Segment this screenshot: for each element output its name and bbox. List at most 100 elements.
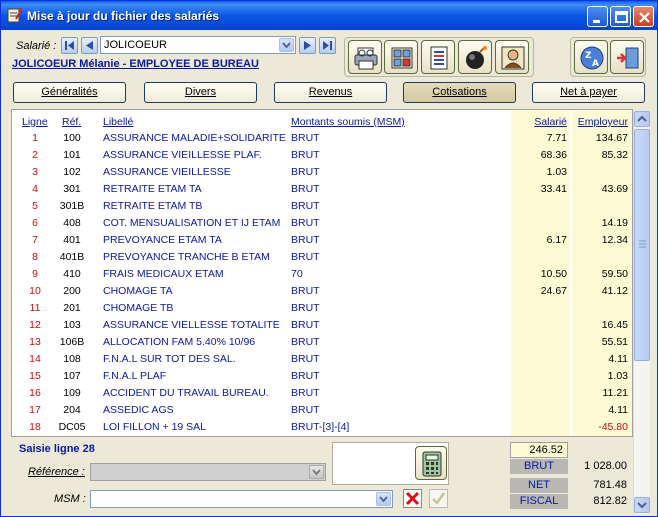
header-ref[interactable]: Réf. — [62, 116, 81, 128]
table-row[interactable]: 11 201 CHOMAGE TB BRUT — [12, 300, 632, 317]
row-ligne: 14 — [29, 353, 41, 365]
sort-az-icon: Z A — [580, 46, 604, 70]
title-bar[interactable]: Mise à jour du fichier des salariés — [1, 1, 657, 30]
header-libelle[interactable]: Libellé — [103, 116, 133, 128]
svg-text:Z: Z — [585, 51, 592, 61]
chevron-down-icon[interactable] — [376, 492, 391, 506]
window-title: Mise à jour du fichier des salariés — [27, 9, 220, 23]
header-ligne[interactable]: Ligne — [22, 116, 48, 128]
last-record-button[interactable] — [319, 37, 336, 54]
row-ref: 100 — [63, 132, 81, 144]
table-row[interactable]: 14 108 F.N.A.L SUR TOT DES SAL. BRUT 4.11 — [12, 351, 632, 368]
table-row[interactable]: 8 401B PREVOYANCE TRANCHE B ETAM BRUT — [12, 249, 632, 266]
table-row[interactable]: 18 DC05 LOI FILLON + 19 SAL BRUT-[3]-[4] -45… — [12, 419, 632, 436]
table-row[interactable]: 3 102 ASSURANCE VIEILLESSE BRUT 1.03 — [12, 164, 632, 181]
calculator-grid-icon — [391, 47, 413, 69]
sort-az-button[interactable]: Z A — [574, 40, 608, 74]
table-row[interactable]: 6 408 COT. MENSUALISATION ET IJ ETAM BRUT 14… — [12, 215, 632, 232]
row-ref: 301 — [63, 183, 81, 195]
first-record-button[interactable] — [61, 37, 78, 54]
minimize-icon — [593, 20, 600, 23]
reference-label: Référence : — [28, 466, 85, 478]
cotisations-grid[interactable]: Ligne Réf. Libellé Montants soumis (MSM)… — [11, 109, 633, 437]
calculator-icon — [422, 451, 442, 477]
msm-combo[interactable] — [90, 490, 393, 508]
validate-button[interactable] — [429, 489, 448, 508]
row-libelle: COT. MENSUALISATION ET IJ ETAM — [103, 217, 281, 229]
tab-cotisations[interactable]: Cotisations — [403, 82, 516, 103]
cancel-button[interactable] — [403, 489, 422, 508]
calc-grid-button[interactable] — [384, 40, 418, 74]
row-salarie: 68.36 — [540, 149, 567, 161]
row-employeur: 11.21 — [602, 387, 629, 399]
vertical-scrollbar[interactable] — [633, 111, 650, 514]
salarie-combo[interactable]: JOLICOEUR — [100, 36, 296, 54]
table-row[interactable]: 17 204 ASSEDIC AGS BRUT 4.11 — [12, 402, 632, 419]
row-ligne: 6 — [32, 217, 38, 229]
table-row[interactable]: 10 200 CHOMAGE TA BRUT 24.67 41.12 — [12, 283, 632, 300]
tab-divers[interactable]: Divers — [144, 82, 257, 103]
first-arrow-icon — [65, 41, 74, 50]
exit-button[interactable] — [610, 40, 644, 74]
table-row[interactable]: 2 101 ASSURANCE VIEILLESSE PLAF. BRUT 68.36 8… — [12, 147, 632, 164]
minimize-button[interactable] — [587, 6, 608, 27]
row-ligne: 10 — [29, 285, 41, 297]
row-ref: 401B — [59, 251, 85, 263]
row-employeur: 134.67 — [595, 132, 628, 144]
row-libelle: PREVOYANCE TRANCHE B ETAM — [103, 251, 270, 263]
table-row[interactable]: 1 100 ASSURANCE MALADIE+SOLIDARITE BRUT 7.71… — [12, 130, 632, 147]
row-libelle: LOI FILLON + 19 SAL — [103, 421, 207, 433]
table-row[interactable]: 4 301 RETRAITE ETAM TA BRUT 33.41 43.69 — [12, 181, 632, 198]
table-row[interactable]: 12 103 ASSURANCE VIELLESSE TOTALITE BRUT 16.… — [12, 317, 632, 334]
fiscal-label: FISCAL — [510, 494, 568, 509]
chevron-down-icon[interactable] — [309, 465, 324, 479]
row-ligne: 15 — [29, 370, 41, 382]
document-list-button[interactable] — [421, 40, 455, 74]
table-row[interactable]: 16 109 ACCIDENT DU TRAVAIL BUREAU. BRUT 11.2… — [12, 385, 632, 402]
row-salarie: 10.50 — [540, 268, 567, 280]
row-ref: 301B — [59, 200, 85, 212]
row-msm: BRUT — [291, 302, 320, 314]
close-button[interactable] — [633, 6, 654, 27]
row-msm: BRUT — [291, 285, 320, 297]
header-salarie[interactable]: Salarié — [534, 116, 567, 128]
maximize-button[interactable] — [610, 6, 631, 27]
table-row[interactable]: 7 401 PREVOYANCE ETAM TA BRUT 6.17 12.34 — [12, 232, 632, 249]
table-row[interactable]: 9 410 FRAIS MEDICAUX ETAM 70 10.50 59.50 — [12, 266, 632, 283]
checkmark-icon — [429, 489, 448, 508]
table-row[interactable]: 13 106B ALLOCATION FAM 5.40% 10/96 BRUT 55.5… — [12, 334, 632, 351]
table-row[interactable]: 15 107 F.N.A.L PLAF BRUT 1.03 — [12, 368, 632, 385]
row-msm: BRUT — [291, 404, 320, 416]
next-arrow-icon — [304, 41, 311, 50]
row-libelle: RETRAITE ETAM TA — [103, 183, 202, 195]
row-ref: 107 — [63, 370, 81, 382]
row-msm: BRUT — [291, 200, 320, 212]
tab-generalites[interactable]: Généralités — [13, 82, 126, 103]
row-libelle: ACCIDENT DU TRAVAIL BUREAU. — [103, 387, 269, 399]
tab-net-a-payer[interactable]: Net à payer — [532, 82, 645, 103]
scroll-thumb[interactable] — [634, 129, 650, 361]
scroll-up-button[interactable] — [634, 111, 650, 127]
bomb-button[interactable] — [458, 40, 492, 74]
previous-record-button[interactable] — [81, 37, 98, 54]
tab-revenus[interactable]: Revenus — [274, 82, 387, 103]
app-icon — [7, 7, 23, 23]
employee-link[interactable]: JOLICOEUR Mélanie - EMPLOYEE DE BUREAU — [12, 58, 259, 70]
row-libelle: ASSURANCE VIELLESSE TOTALITE — [103, 319, 280, 331]
row-libelle: RETRAITE ETAM TB — [103, 200, 203, 212]
table-row[interactable]: 5 301B RETRAITE ETAM TB BRUT — [12, 198, 632, 215]
row-employeur: -45.80 — [598, 421, 628, 433]
row-ref: 204 — [63, 404, 81, 416]
scroll-down-button[interactable] — [634, 497, 650, 513]
row-employeur: 16.45 — [601, 319, 628, 331]
header-msm[interactable]: Montants soumis (MSM) — [291, 116, 405, 128]
person-card-button[interactable] — [495, 40, 529, 74]
reference-combo[interactable] — [90, 463, 326, 481]
chevron-down-icon[interactable] — [279, 38, 294, 52]
header-employeur[interactable]: Employeur — [578, 116, 628, 128]
row-ref: DC05 — [58, 421, 86, 433]
print-button[interactable] — [348, 40, 382, 74]
row-salarie: 24.67 — [540, 285, 567, 297]
calculator-button[interactable] — [415, 446, 447, 480]
next-record-button[interactable] — [299, 37, 316, 54]
